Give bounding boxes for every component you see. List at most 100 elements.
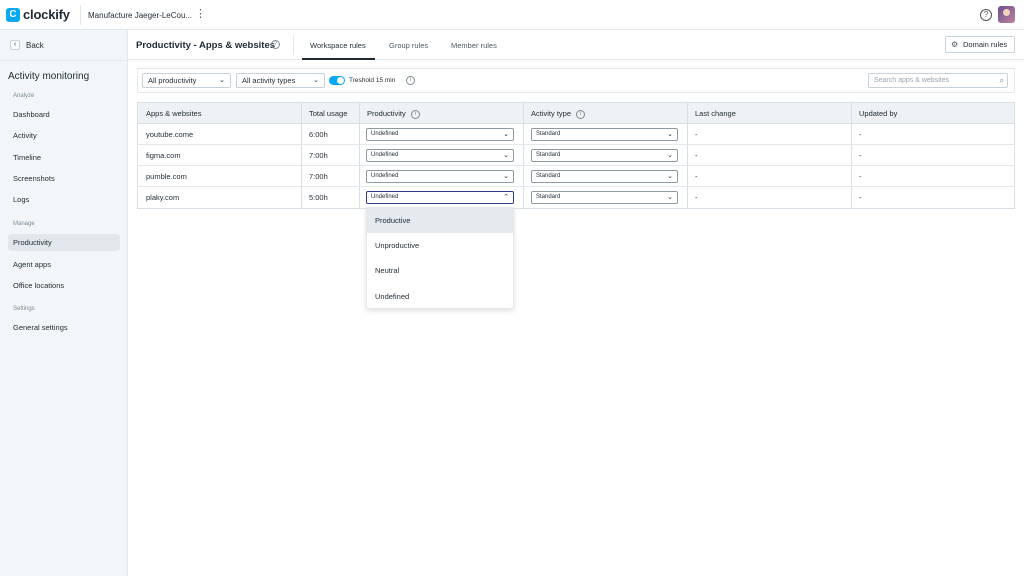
header-total-usage: Total usage — [309, 109, 348, 118]
sidebar-item-dashboard[interactable]: Dashboard — [8, 106, 120, 123]
tab-group-rules[interactable]: Group rules — [389, 41, 428, 50]
section-label-analyze: Analyze — [13, 93, 35, 99]
sidebar-item-screenshots[interactable]: Screenshots — [8, 170, 120, 187]
app-name: plaky.com — [146, 193, 180, 202]
header-productivity-label: Productivity — [367, 109, 406, 118]
kebab-menu-icon[interactable]: ⋮ — [195, 8, 206, 20]
total-usage: 7:00h — [309, 172, 328, 181]
sidebar-item-agent-apps[interactable]: Agent apps — [8, 256, 120, 273]
last-change: - — [695, 193, 698, 202]
section-label-manage: Manage — [13, 221, 35, 227]
domain-rules-label: Domain rules — [963, 40, 1008, 49]
header-activity-type-label: Activity type — [531, 109, 572, 118]
search-placeholder: Search apps & websites — [874, 77, 950, 84]
threshold-toggle[interactable] — [329, 76, 345, 85]
activity-type-value: Standard — [536, 194, 561, 200]
info-icon[interactable]: i — [410, 109, 420, 119]
productivity-value: Undefined — [371, 131, 399, 137]
chevron-down-icon: ⌄ — [503, 173, 509, 180]
productivity-filter-value: All productivity — [148, 76, 197, 85]
threshold-label: Treshold 15 min — [349, 77, 396, 84]
domain-rules-button[interactable]: ⚙ Domain rules — [945, 36, 1015, 53]
info-icon[interactable]: ? — [271, 40, 280, 49]
header-last-change: Last change — [695, 109, 736, 118]
table-row: plaky.com 5:00h Undefined ⌃ Standard ⌄ -… — [138, 187, 1014, 208]
productivity-value: Undefined — [371, 152, 399, 158]
sidebar-item-timeline[interactable]: Timeline — [8, 149, 120, 166]
dropdown-option-undefined[interactable]: Undefined — [367, 284, 513, 309]
total-usage: 5:00h — [309, 193, 328, 202]
chevron-left-icon: ‹ — [10, 40, 20, 50]
logo-text: clockify — [23, 7, 70, 22]
productivity-select[interactable]: Undefined ⌄ — [366, 170, 514, 183]
search-icon: ⌕ — [999, 76, 1004, 85]
updated-by: - — [859, 130, 862, 139]
productivity-value: Undefined — [371, 194, 399, 200]
chevron-down-icon: ⌄ — [667, 152, 673, 159]
chevron-down-icon: ⌄ — [313, 77, 319, 84]
last-change: - — [695, 172, 698, 181]
activity-type-value: Standard — [536, 131, 561, 137]
activity-type-select[interactable]: Standard ⌄ — [531, 170, 678, 183]
sidebar-item-productivity[interactable]: Productivity — [8, 234, 120, 251]
dropdown-option-unproductive[interactable]: Unproductive — [367, 233, 513, 258]
avatar[interactable] — [998, 6, 1015, 23]
back-button[interactable]: ‹ Back — [10, 40, 44, 50]
productivity-value: Undefined — [371, 173, 399, 179]
apps-table: Apps & websites Total usage Productivity… — [137, 102, 1015, 209]
header-updated-by: Updated by — [859, 109, 898, 118]
table-row: figma.com 7:00h Undefined ⌄ Standard ⌄ -… — [138, 145, 1014, 166]
top-bar: C clockify Manufacture Jaeger-LeCou... ⋮… — [0, 0, 1024, 30]
sidebar-item-activity[interactable]: Activity — [8, 127, 120, 144]
productivity-select-open[interactable]: Undefined ⌃ — [366, 191, 514, 204]
table-row: pumble.com 7:00h Undefined ⌄ Standard ⌄ … — [138, 166, 1014, 187]
filter-bar: All productivity ⌄ All activity types ⌄ … — [137, 68, 1015, 93]
sidebar-item-logs[interactable]: Logs — [8, 191, 120, 208]
gear-icon: ⚙ — [951, 40, 959, 49]
activity-type-value: Standard — [536, 152, 561, 158]
sidebar-item-general-settings[interactable]: General settings — [8, 319, 120, 336]
updated-by: - — [859, 172, 862, 181]
dropdown-option-neutral[interactable]: Neutral — [367, 258, 513, 283]
activity-type-select[interactable]: Standard ⌄ — [531, 149, 678, 162]
chevron-down-icon: ⌄ — [667, 131, 673, 138]
productivity-dropdown-menu: Productive Unproductive Neutral Undefine… — [366, 207, 514, 309]
sidebar-item-office-locations[interactable]: Office locations — [8, 277, 120, 294]
back-label: Back — [26, 40, 44, 50]
workspace-name[interactable]: Manufacture Jaeger-LeCou... — [88, 11, 192, 20]
section-label-settings: Settings — [13, 306, 35, 312]
page-title: Productivity - Apps & websites — [136, 40, 276, 51]
search-input[interactable]: Search apps & websites ⌕ — [868, 73, 1008, 88]
threshold-info-icon[interactable]: i — [406, 76, 415, 85]
header-productivity: Productivity i — [359, 103, 420, 124]
page-header: Productivity - Apps & websites ? Workspa… — [128, 30, 1024, 60]
productivity-select[interactable]: Undefined ⌄ — [366, 128, 514, 141]
logo-mark-icon: C — [6, 7, 20, 22]
main-content: All productivity ⌄ All activity types ⌄ … — [128, 60, 1024, 576]
app-name: youtube.come — [146, 130, 194, 139]
total-usage: 7:00h — [309, 151, 328, 160]
chevron-down-icon: ⌄ — [503, 152, 509, 159]
table-header: Apps & websites Total usage Productivity… — [138, 103, 1014, 124]
dropdown-option-productive[interactable]: Productive — [367, 208, 513, 233]
tab-workspace-rules[interactable]: Workspace rules — [310, 41, 366, 50]
help-icon[interactable]: ? — [980, 9, 992, 21]
activity-types-filter-select[interactable]: All activity types ⌄ — [236, 73, 325, 88]
activity-type-select[interactable]: Standard ⌄ — [531, 191, 678, 204]
sidebar-title: Activity monitoring — [8, 71, 90, 82]
chevron-down-icon: ⌄ — [503, 131, 509, 138]
activity-type-select[interactable]: Standard ⌄ — [531, 128, 678, 141]
header-activity-type: Activity type i — [523, 103, 586, 124]
updated-by: - — [859, 193, 862, 202]
table-row: youtube.come 6:00h Undefined ⌄ Standard … — [138, 124, 1014, 145]
info-icon[interactable]: i — [576, 109, 586, 119]
tab-member-rules[interactable]: Member rules — [451, 41, 497, 50]
last-change: - — [695, 130, 698, 139]
clockify-logo[interactable]: C clockify — [6, 7, 70, 22]
productivity-select[interactable]: Undefined ⌄ — [366, 149, 514, 162]
chevron-down-icon: ⌄ — [219, 77, 225, 84]
chevron-up-icon: ⌃ — [503, 194, 509, 201]
activity-types-filter-value: All activity types — [242, 76, 296, 85]
productivity-filter-select[interactable]: All productivity ⌄ — [142, 73, 231, 88]
app-name: figma.com — [146, 151, 181, 160]
